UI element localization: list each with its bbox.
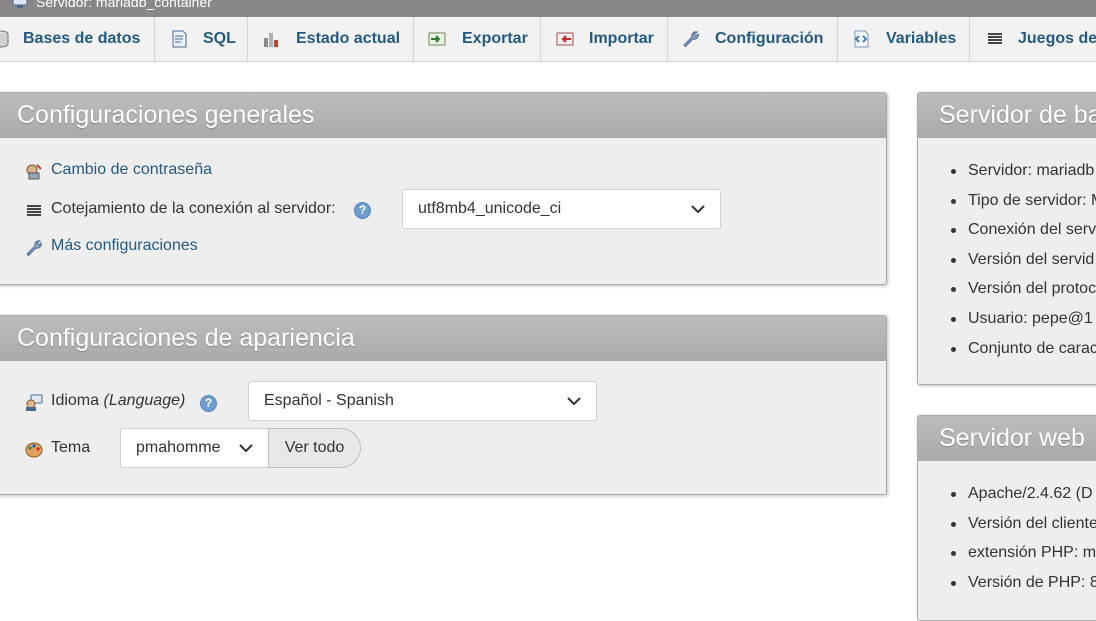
collation-icon [27, 205, 41, 216]
server-title[interactable]: Servidor: mariadb_container [36, 0, 212, 9]
appearance-settings-panel: Configuraciones de apariencia Idioma (La… [0, 315, 887, 495]
panel-title: Servidor de ba [918, 93, 1096, 138]
sql-icon [172, 30, 187, 48]
theme-select[interactable]: pmahomme [120, 428, 269, 468]
export-icon [428, 32, 446, 46]
wrench-icon [683, 31, 699, 48]
tab-import[interactable]: Importar [541, 17, 668, 61]
tab-status[interactable]: Estado actual [248, 17, 414, 61]
panel-title: Configuraciones generales [0, 93, 886, 138]
list-item: Servidor: mariadb [948, 156, 1096, 186]
list-item: Conexión del serv [948, 215, 1096, 245]
list-item: Usuario: pepe@1 [948, 304, 1096, 334]
language-selected: Español - Spanish [264, 392, 394, 409]
server-titlebar: Servidor: mariadb_container [0, 0, 1096, 17]
tab-variables[interactable]: Variables [838, 17, 970, 61]
theme-palette-icon [25, 442, 43, 458]
tab-label: Estado actual [296, 30, 401, 47]
variables-icon [854, 30, 869, 48]
web-server-info-list: Apache/2.4.62 (D Versión del cliente ext… [948, 479, 1096, 597]
panel-title: Configuraciones de apariencia [0, 316, 886, 361]
status-chart-icon [264, 33, 278, 47]
tab-label: SQL [203, 30, 236, 47]
list-item: Conjunto de carac [948, 334, 1096, 364]
charset-icon [988, 33, 1002, 44]
database-server-info-list: Servidor: mariadb Tipo de servidor: M Co… [948, 156, 1096, 363]
chevron-down-icon [239, 444, 253, 453]
help-icon[interactable]: ? [200, 395, 217, 412]
list-item: Tipo de servidor: M [948, 186, 1096, 216]
collation-label: Cotejamiento de la conexión al servidor: [51, 200, 336, 217]
list-item: Versión de PHP: 8 [948, 568, 1096, 598]
help-icon[interactable]: ? [354, 202, 371, 219]
list-item: Apache/2.4.62 (D [948, 479, 1096, 509]
database-server-panel: Servidor de ba Servidor: mariadb Tipo de… [917, 92, 1096, 385]
list-item: extensión PHP: m [948, 538, 1096, 568]
tab-label: Variables [886, 30, 957, 47]
theme-selected: pmahomme [136, 439, 221, 456]
list-item: Versión del servid [948, 245, 1096, 275]
more-settings-link[interactable]: Más configuraciones [51, 237, 198, 255]
server-icon [12, 0, 28, 8]
tab-label: Exportar [462, 30, 528, 47]
import-icon [556, 32, 574, 46]
wrench-icon [26, 240, 42, 257]
chevron-down-icon [691, 205, 705, 214]
tab-settings[interactable]: Configuración [668, 17, 838, 61]
tab-label: Juegos de [1018, 30, 1096, 47]
collation-selected: utf8mb4_unicode_ci [418, 200, 562, 217]
database-icon [0, 30, 9, 48]
change-password-link[interactable]: Cambio de contraseña [51, 161, 212, 179]
language-icon [26, 394, 43, 411]
web-server-panel: Servidor web Apache/2.4.62 (D Versión de… [917, 415, 1096, 621]
view-all-themes-button[interactable]: Ver todo [268, 428, 361, 468]
tab-databases[interactable]: Bases de datos [0, 17, 155, 61]
tab-label: Bases de datos [23, 30, 141, 47]
change-password-icon [26, 164, 42, 180]
language-label-english: (Language) [103, 392, 186, 409]
panel-title: Servidor web [918, 416, 1096, 461]
tab-charsets[interactable]: Juegos de [970, 17, 1096, 61]
collation-select[interactable]: utf8mb4_unicode_ci [402, 189, 721, 229]
chevron-down-icon [567, 397, 581, 406]
main-menu-tabs: Bases de datos SQL Estado actual Exporta… [0, 17, 1096, 62]
tab-export[interactable]: Exportar [414, 17, 541, 61]
tab-label: Importar [589, 30, 654, 47]
list-item: Versión del cliente [948, 509, 1096, 539]
general-settings-panel: Configuraciones generales Cambio de cont… [0, 92, 887, 285]
tab-sql[interactable]: SQL [155, 17, 248, 61]
language-label: Idioma (Language) [51, 392, 185, 410]
list-item: Versión del protoc [948, 274, 1096, 304]
language-label-text: Idioma [51, 392, 100, 409]
language-select[interactable]: Español - Spanish [248, 381, 597, 421]
tab-label: Configuración [715, 30, 824, 47]
theme-label: Tema [51, 439, 91, 456]
